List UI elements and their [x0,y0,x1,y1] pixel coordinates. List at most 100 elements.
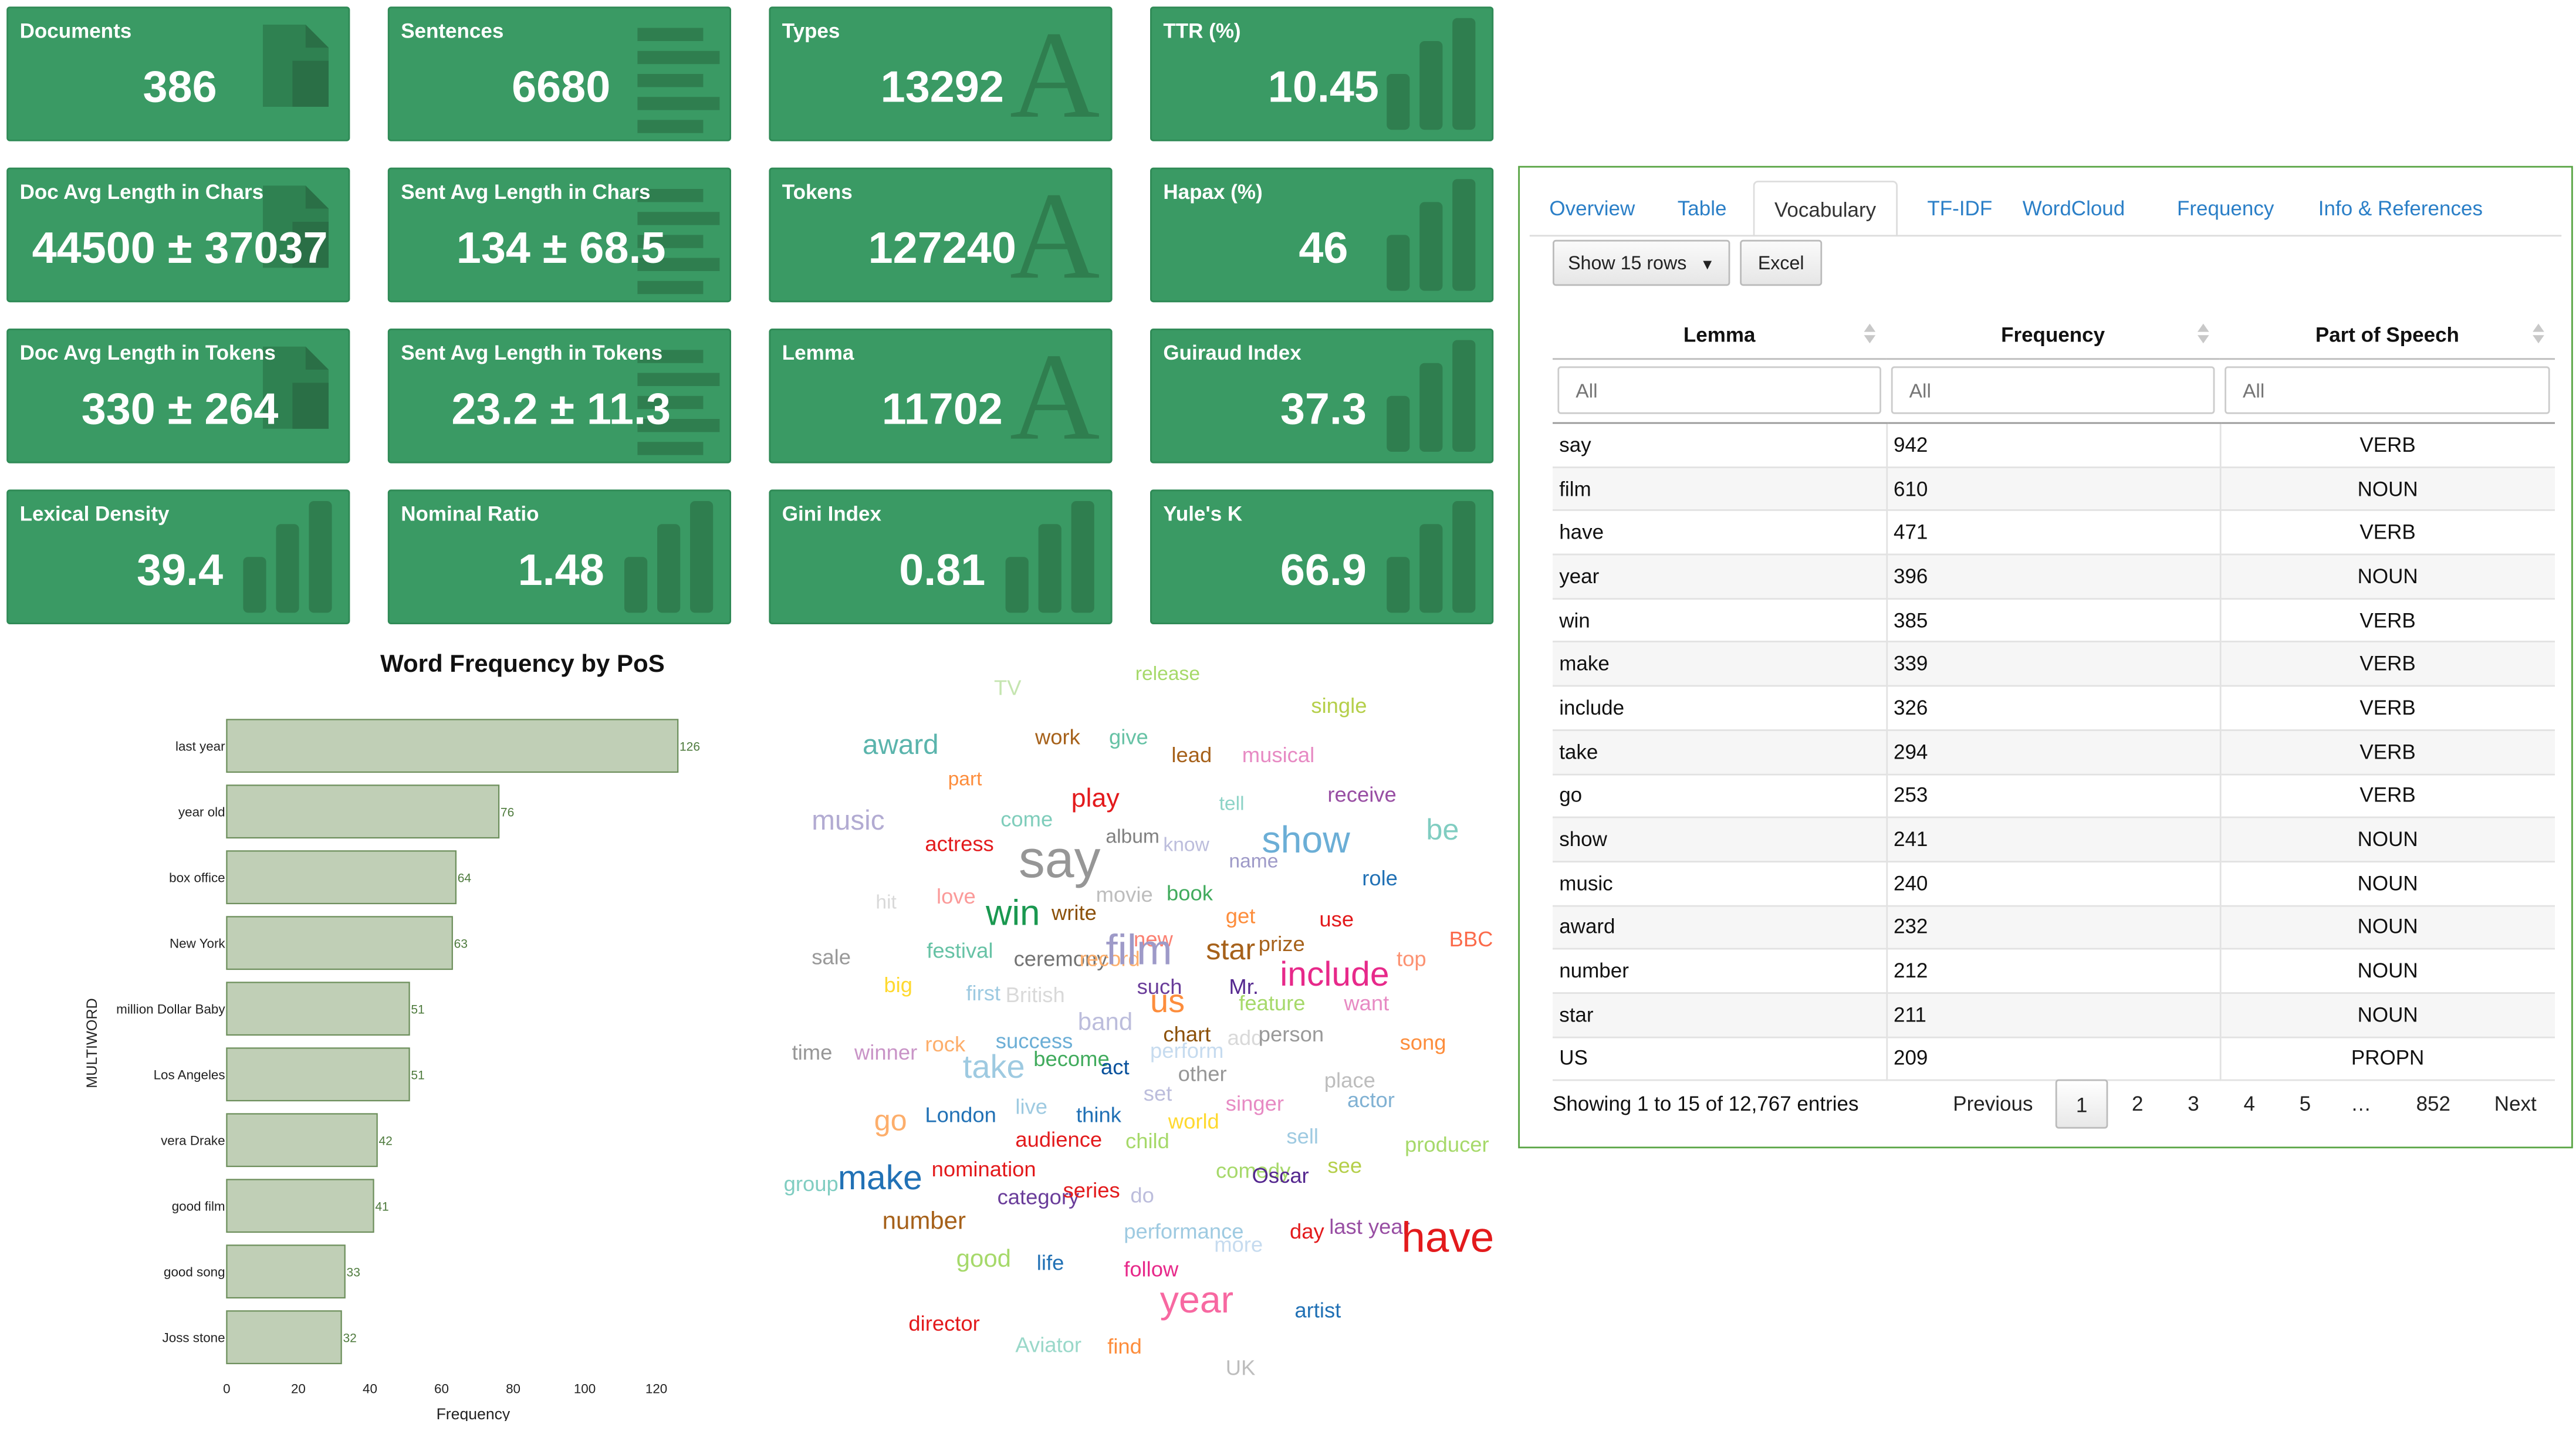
table-cell: 942 [1886,423,2221,468]
table-row[interactable]: number 212 NOUN [1553,949,2555,994]
column-filter-input[interactable] [1891,366,2215,414]
tab-frequency[interactable]: Frequency [2157,181,2294,236]
table-cell: VERB [2219,642,2555,687]
chart-category-label: good film [172,1199,225,1214]
stat-card-label: Sentences [401,19,504,43]
wordcloud-word: sell [1286,1124,1319,1149]
table-cell: include [1553,686,1887,731]
wordcloud-word: day [1290,1219,1324,1244]
table-cell: NOUN [2219,993,2555,1038]
stat-card-value: 0.81 [899,545,986,595]
table-row[interactable]: make 339 VERB [1553,642,2555,687]
tab-wordcloud[interactable]: WordCloud [2003,181,2145,236]
table-row[interactable]: film 610 NOUN [1553,466,2555,512]
chart-data-label: 32 [343,1332,356,1345]
stat-card-label: Gini Index [782,502,882,526]
wordcloud-word: write [1052,900,1097,925]
table-row[interactable]: go 253 VERB [1553,773,2555,818]
excel-export-button[interactable]: Excel [1740,239,1823,286]
pagination-page[interactable]: 2 [2111,1080,2164,1129]
wordcloud-word: include [1280,956,1390,994]
table-row[interactable]: award 232 NOUN [1553,905,2555,950]
wordcloud-word: more [1214,1232,1263,1257]
pagination-page[interactable]: … [2335,1080,2388,1129]
stat-card-value: 386 [143,62,217,112]
wordcloud-word: person [1258,1021,1324,1047]
table-row[interactable]: star 211 NOUN [1553,993,2555,1038]
sort-icon [2533,323,2544,344]
table-cell: 326 [1886,686,2221,731]
chart-category-label: year old [178,805,225,820]
pagination-previous[interactable]: Previous [1941,1080,2046,1129]
table-cell: VERB [2219,773,2555,818]
pagination-page[interactable]: 3 [2167,1080,2220,1129]
chart-data-label: 64 [458,872,472,885]
column-filter-input[interactable] [2225,366,2550,414]
stat-card: A Types 13292 [769,6,1113,141]
wordcloud-word: good [956,1245,1012,1273]
stat-card: Doc Avg Length in Chars 44500 ± 37037 [6,167,350,303]
tab-table[interactable]: Table [1658,181,1746,236]
stat-card-label: Lexical Density [19,502,170,526]
table-row[interactable]: have 471 VERB [1553,510,2555,556]
table-row[interactable]: say 942 VERB [1553,423,2555,468]
chart-bar [226,916,453,970]
chart-data-label: 63 [454,938,468,951]
wordcloud-word: make [838,1159,922,1198]
vocabulary-table: Lemma FrequencyPart of Speech say942VERBf… [1553,312,2555,1082]
pagination-page[interactable]: 4 [2223,1080,2276,1129]
tab-overview[interactable]: Overview [1530,181,1655,236]
tab-tf-idf[interactable]: TF-IDF [1908,181,2012,236]
table-row[interactable]: show 241 NOUN [1553,817,2555,862]
tab-vocabulary[interactable]: Vocabulary [1753,181,1898,237]
table-cell: PROPN [2219,1037,2555,1082]
table-row[interactable]: US 209 PROPN [1553,1037,2555,1082]
chart-bar [226,850,457,905]
wordcloud-word: perform [1150,1038,1224,1063]
wordcloud-word: follow [1124,1257,1179,1281]
tab-info-references[interactable]: Info & References [2298,181,2502,236]
show-rows-button[interactable]: Show 15 rows ▼ [1553,239,1730,286]
column-header[interactable]: Lemma [1553,312,1887,360]
table-cell: VERB [2219,730,2555,775]
column-header[interactable]: Frequency [1886,312,2220,360]
stat-card-label: TTR (%) [1163,19,1241,43]
caret-down-icon: ▼ [1700,256,1715,273]
column-filter-input[interactable] [1557,366,1881,414]
stat-card-label: Yule's K [1163,502,1243,526]
table-cell: 294 [1886,730,2221,775]
wordcloud-word: name [1229,849,1279,872]
pagination-next[interactable]: Next [2483,1080,2548,1129]
column-header[interactable]: Part of Speech [2219,312,2555,360]
wordcloud-word: find [1107,1334,1142,1359]
wordcloud-word: us [1150,984,1185,1020]
table-cell: NOUN [2219,905,2555,950]
pagination-page[interactable]: 1 [2055,1079,2108,1129]
wordcloud-word: know [1163,833,1209,856]
stat-card-label: Doc Avg Length in Tokens [19,341,276,365]
table-row[interactable]: take 294 VERB [1553,730,2555,775]
wordcloud-word: take [962,1050,1025,1086]
chart-bar [226,1244,346,1299]
chart-data-label: 51 [411,1069,424,1082]
table-row[interactable]: win 385 VERB [1553,598,2555,644]
chart-category-label: Los Angeles [154,1068,225,1082]
wordcloud-word: prize [1258,931,1305,956]
stat-card: Doc Avg Length in Tokens 330 ± 264 [6,329,350,464]
table-cell: award [1553,905,1887,950]
table-cell: take [1553,730,1887,775]
table-row[interactable]: include 326 VERB [1553,686,2555,731]
table-cell: 241 [1886,817,2221,862]
chart-y-axis-label: MULTIWORD [84,998,100,1088]
stat-card-label: Tokens [782,181,853,204]
table-cell: 339 [1886,642,2221,687]
table-cell: 240 [1886,861,2221,906]
wordcloud-word: other [1178,1061,1227,1086]
column-header-label: Lemma [1683,323,1756,347]
pagination-page[interactable]: 5 [2279,1080,2332,1129]
pagination-page[interactable]: 852 [2401,1080,2466,1129]
stat-card: Yule's K 66.9 [1150,489,1494,624]
chart-category-label: New York [170,936,225,951]
table-row[interactable]: music 240 NOUN [1553,861,2555,906]
table-row[interactable]: year 396 NOUN [1553,554,2555,600]
